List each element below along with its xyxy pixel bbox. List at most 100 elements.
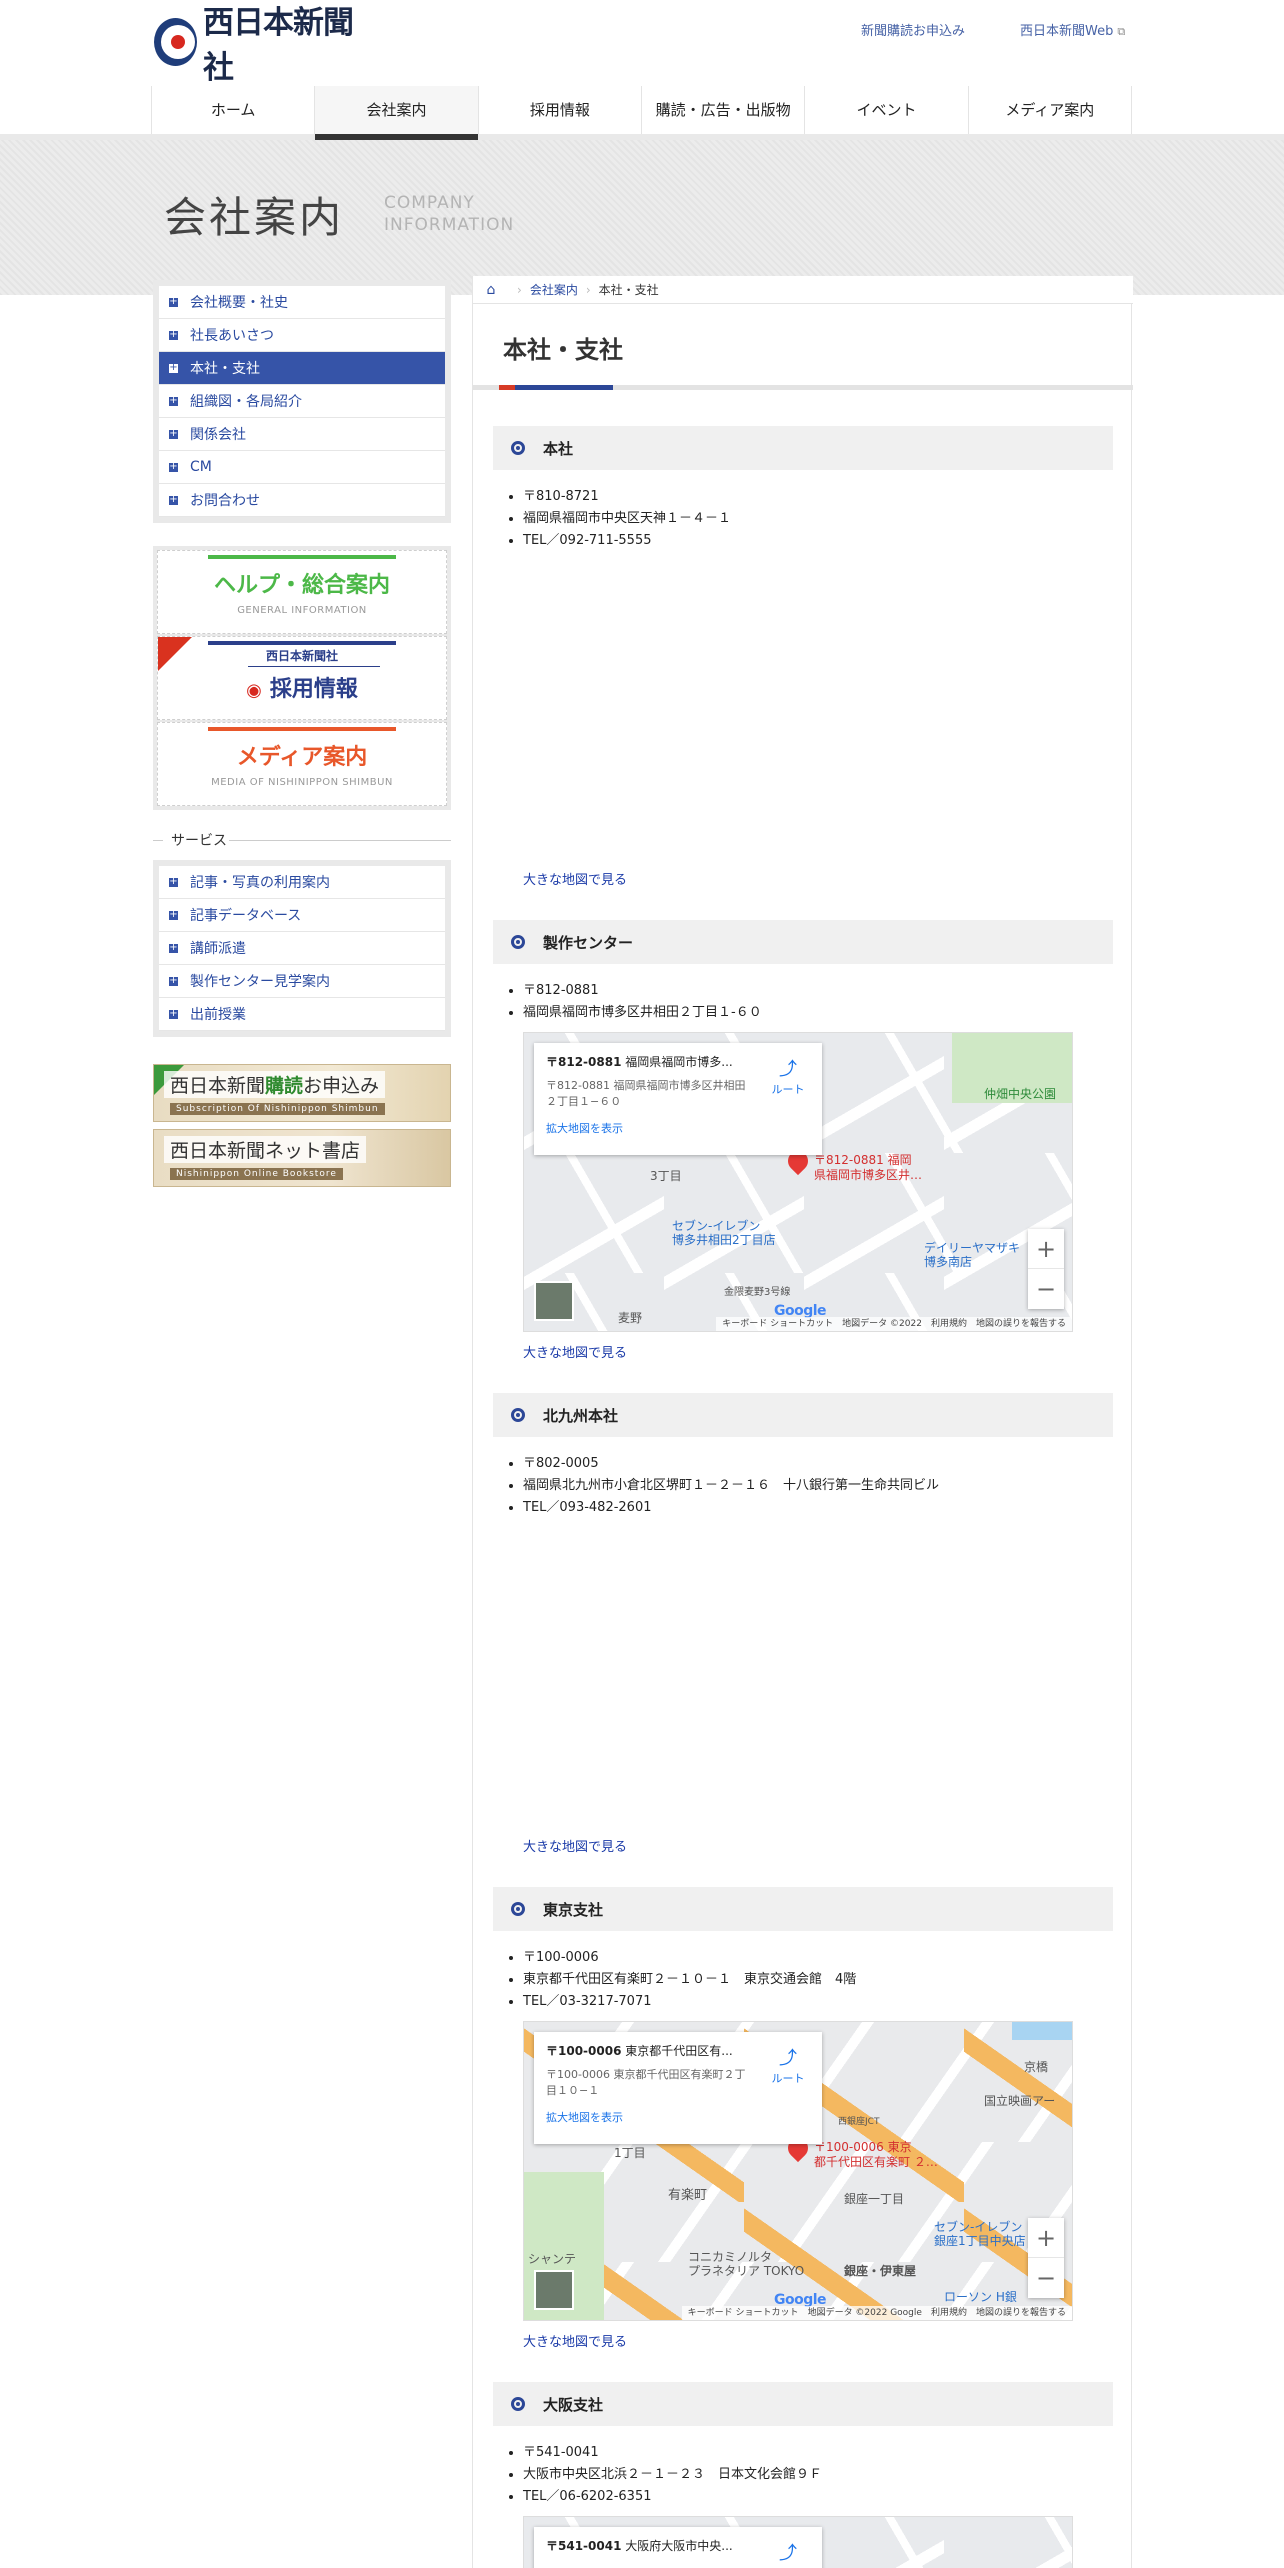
side-item-cm[interactable]: CM	[159, 451, 445, 484]
service-side-menu: 記事・写真の利用案内 記事データベース 講師派遣 製作センター見学案内 出前授業	[153, 860, 451, 1037]
plus-bullet-icon	[169, 940, 178, 956]
banner-subtitle-line1: COMPANY	[384, 193, 475, 213]
circle-bullet-icon	[511, 935, 525, 949]
side-item-overview[interactable]: 会社概要・社史	[159, 286, 445, 319]
service-item-tour[interactable]: 製作センター見学案内	[159, 965, 445, 998]
service-item-class[interactable]: 出前授業	[159, 998, 445, 1031]
side-item-offices[interactable]: 本社・支社	[159, 352, 445, 385]
osaka-map[interactable]: 〒541-0041 大阪府大阪市中央... ⤴	[523, 2516, 1073, 2568]
site-logo[interactable]: 西日本新聞社	[154, 5, 364, 86]
side-item-label: 社長あいさつ	[190, 328, 274, 344]
side-item-organization[interactable]: 組織図・各局紹介	[159, 385, 445, 418]
map-card-postal: 〒812-0881	[546, 1055, 622, 1069]
nav-company[interactable]: 会社案内	[314, 86, 478, 140]
subscribe-link[interactable]: 新聞購読お申込み	[861, 20, 965, 39]
plus-bullet-icon	[169, 294, 178, 310]
map-route-button[interactable]: ⤴ ルート	[768, 2044, 808, 2086]
service-item-lecturer[interactable]: 講師派遣	[159, 932, 445, 965]
head-office-map-link[interactable]: 大きな地図で見る	[523, 869, 627, 888]
production-center-map[interactable]: 仲畑中央公園 3丁目 セブン-イレブン 博多井相田2丁目店 デイリーヤマザキ 博…	[523, 1032, 1073, 1332]
breadcrumb-parent-link[interactable]: 会社案内	[530, 281, 578, 298]
side-item-label: 本社・支社	[190, 361, 260, 377]
zoom-out-button[interactable]: −	[1028, 1269, 1064, 1309]
circle-bullet-icon	[511, 1408, 525, 1422]
bookstore-promo-banner[interactable]: 西日本新聞ネット書店 Nishinippon Online Bookstore	[153, 1129, 451, 1187]
map-card-title: 〒541-0041 大阪府大阪市中央...	[546, 2537, 746, 2554]
side-item-contact[interactable]: お問合わせ	[159, 484, 445, 517]
map-route-label: ルート	[771, 2072, 805, 2085]
directions-icon: ⤴	[779, 2543, 797, 2564]
production-center-map-link[interactable]: 大きな地図で見る	[523, 1342, 627, 1361]
map-report-link[interactable]: 地図の誤りを報告する	[976, 2308, 1066, 2318]
map-label: 京橋	[1024, 2060, 1049, 2074]
map-label: 西銀座JCT	[838, 2117, 880, 2127]
kitakyushu-map-link[interactable]: 大きな地図で見る	[523, 1836, 627, 1855]
subscription-promo-en: Subscription Of Nishinippon Shimbun	[170, 1103, 385, 1115]
map-label: プラネタリア TOKYO	[688, 2264, 805, 2278]
map-card-address: 〒100-0006 東京都千代田区有楽町２丁目１０−１	[546, 2068, 746, 2097]
map-enlarge-link[interactable]: 拡大地図を表示	[546, 2109, 810, 2125]
zoom-in-button[interactable]: +	[1028, 2218, 1064, 2258]
chevron-right-icon: ›	[517, 282, 522, 297]
breadcrumb: ⌂ › 会社案内 › 本社・支社	[473, 276, 1133, 304]
map-route-label: ルート	[771, 1083, 805, 1096]
nav-subscription[interactable]: 購読・広告・出版物	[640, 86, 804, 134]
map-pin-icon[interactable]	[788, 1151, 808, 1179]
plus-bullet-icon	[169, 907, 178, 923]
tokyo-map[interactable]: 京橋 国立映画アー 1丁目 有楽町 銀座一丁目 コニカミノルタ プラネタリア T…	[523, 2021, 1073, 2321]
logo-text: 西日本新聞社	[202, 5, 354, 86]
side-item-affiliates[interactable]: 関係会社	[159, 418, 445, 451]
side-item-label: お問合わせ	[190, 493, 260, 509]
page-banner: 会社案内 COMPANY INFORMATION	[0, 140, 1284, 295]
map-pin-label-line: 〒100-0006 東京	[814, 2140, 912, 2154]
nav-home[interactable]: ホーム	[151, 86, 314, 134]
map-shortcut-link[interactable]: キーボード ショートカット	[688, 2308, 799, 2318]
address-line: 福岡県福岡市博多区井相田２丁目１-６０	[523, 1002, 762, 1024]
tokyo-map-link[interactable]: 大きな地図で見る	[523, 2331, 627, 2350]
company-side-menu: 会社概要・社史 社長あいさつ 本社・支社 組織図・各局紹介 関係会社 CM お問…	[153, 280, 451, 523]
map-terms-link[interactable]: 利用規約	[931, 2308, 967, 2318]
banner-subtitle: COMPANY INFORMATION	[384, 192, 544, 236]
page-title: 本社・支社	[503, 336, 623, 364]
home-icon[interactable]: ⌂	[473, 282, 509, 298]
section-title: 北九州本社	[543, 1406, 619, 1425]
map-enlarge-link[interactable]: 拡大地図を表示	[546, 1120, 810, 1136]
service-item-database[interactable]: 記事データベース	[159, 899, 445, 932]
map-terms-link[interactable]: 利用規約	[931, 1319, 967, 1329]
media-banner-title: メディア案内	[236, 745, 368, 770]
address-line: 〒810-8721	[523, 486, 731, 508]
recruit-banner[interactable]: 西日本新聞社 ◉ 採用情報	[157, 636, 447, 720]
global-nav: ホーム 会社案内 採用情報 購読・広告・出版物 イベント メディア案内	[0, 86, 1284, 140]
service-item-usage[interactable]: 記事・写真の利用案内	[159, 866, 445, 899]
zoom-out-button[interactable]: −	[1028, 2258, 1064, 2298]
subscription-promo-banner[interactable]: 西日本新聞購読お申込み Subscription Of Nishinippon …	[153, 1064, 451, 1122]
map-label: 1丁目	[614, 2146, 646, 2160]
side-item-greeting[interactable]: 社長あいさつ	[159, 319, 445, 352]
directions-icon: ⤴	[779, 2048, 797, 2069]
map-footer: キーボード ショートカット 地図データ ©2022 Google 利用規約 地図…	[681, 2306, 1072, 2320]
map-satellite-toggle[interactable]	[534, 2270, 574, 2310]
map-report-link[interactable]: 地図の誤りを報告する	[976, 1319, 1066, 1329]
nishinippon-web-link[interactable]: 西日本新聞Web ⧉	[1020, 20, 1125, 39]
nav-events[interactable]: イベント	[804, 86, 967, 134]
section-title: 大阪支社	[543, 2395, 604, 2414]
address-line: 〒541-0041	[523, 2442, 822, 2464]
section-heading-kitakyushu: 北九州本社	[493, 1393, 1113, 1437]
map-route-button[interactable]: ⤴ ルート	[768, 1055, 808, 1097]
service-item-label: 記事・写真の利用案内	[190, 875, 330, 891]
side-item-label: 組織図・各局紹介	[190, 394, 302, 410]
map-label: 銀座・伊東屋	[844, 2264, 917, 2278]
map-footer: キーボード ショートカット 地図データ ©2022 利用規約 地図の誤りを報告す…	[716, 1317, 1072, 1331]
map-pin-label: 〒812-0881 福岡 県福岡市博多区井…	[814, 1153, 922, 1183]
help-banner[interactable]: ヘルプ・総合案内 GENERAL INFORMATION	[157, 550, 447, 634]
zoom-in-button[interactable]: +	[1028, 1229, 1064, 1269]
nav-recruit[interactable]: 採用情報	[477, 86, 641, 134]
map-route-button[interactable]: ⤴	[768, 2539, 808, 2565]
nav-media[interactable]: メディア案内	[967, 86, 1132, 134]
map-shortcut-link[interactable]: キーボード ショートカット	[722, 1319, 833, 1329]
main-content: ⌂ › 会社案内 › 本社・支社 本社・支社 本社 〒810-8721 福岡県福…	[472, 276, 1133, 2568]
address-line: 東京都千代田区有楽町２－１０－１ 東京交通会館 4階	[523, 1969, 856, 1991]
tokyo-address: 〒100-0006 東京都千代田区有楽町２－１０－１ 東京交通会館 4階 TEL…	[523, 1947, 856, 2013]
map-satellite-toggle[interactable]	[534, 1281, 574, 1321]
media-banner[interactable]: メディア案内 MEDIA OF NISHINIPPON SHIMBUN	[157, 722, 447, 806]
